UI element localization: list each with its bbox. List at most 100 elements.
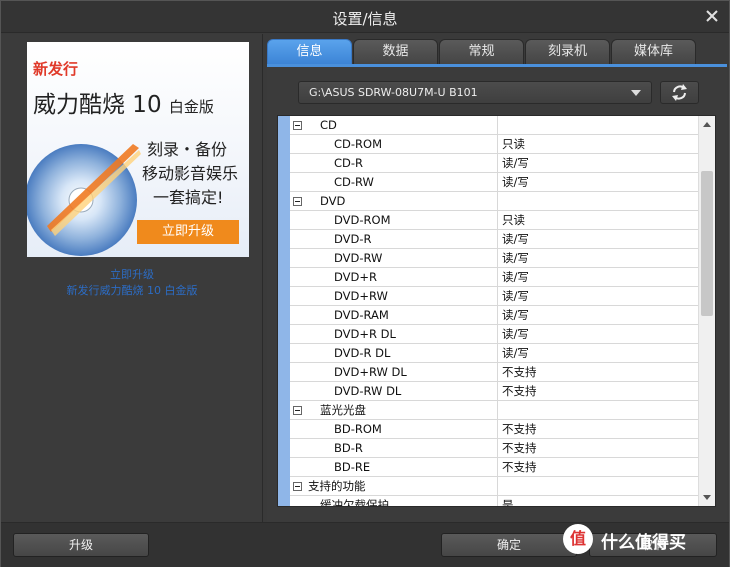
- tree-row-name: BD-R: [290, 439, 498, 458]
- tree-row-value: 读/写: [502, 346, 529, 360]
- tree-row-label: DVD: [320, 194, 346, 208]
- tree-row-value: 读/写: [502, 232, 529, 246]
- tree-row[interactable]: DVD-R DL 读/写: [290, 344, 699, 363]
- tree-row-label: DVD-R: [334, 232, 372, 246]
- tree-row-label: CD: [320, 118, 337, 132]
- tree-row-label: BD-R: [334, 441, 363, 455]
- tab-media-library[interactable]: 媒体库: [611, 39, 696, 65]
- tree-row-label: DVD+R: [334, 270, 378, 284]
- tree-row-name: CD-RW: [290, 173, 498, 192]
- tree-row[interactable]: DVD-RW DL 不支持: [290, 382, 699, 401]
- tree-row-name: DVD-RW: [290, 249, 498, 268]
- tree-row[interactable]: DVD: [290, 192, 699, 211]
- tree-row[interactable]: CD: [290, 116, 699, 135]
- watermark: 值 什么值得买: [563, 522, 729, 560]
- tree-row[interactable]: DVD+RW 读/写: [290, 287, 699, 306]
- tree-row-value: 读/写: [502, 270, 529, 284]
- tree-rows: CD CD-ROM 只读 CD-R 读/写 CD-RW 读/写 DVD DVD-ROM 只读 DVD…: [290, 116, 699, 507]
- scroll-thumb[interactable]: [701, 171, 713, 316]
- tree-row-label: 蓝光光盘: [320, 403, 366, 417]
- tree-row-name: DVD-ROM: [290, 211, 498, 230]
- promo-line-2: 移动影音娱乐: [142, 164, 239, 183]
- tree-row-label: 支持的功能: [308, 479, 366, 493]
- tree-row-label: BD-RE: [334, 460, 371, 474]
- tree-row[interactable]: CD-R 读/写: [290, 154, 699, 173]
- tree-row-value: 不支持: [502, 460, 537, 474]
- tree-row-name: DVD-RAM: [290, 306, 498, 325]
- tree-row-name: DVD: [290, 192, 498, 211]
- tab-burner[interactable]: 刻录机: [525, 39, 610, 65]
- tab-general[interactable]: 常规: [439, 39, 524, 65]
- tree-row-value: 不支持: [502, 384, 537, 398]
- promo-upgrade-button[interactable]: 立即升级: [137, 220, 239, 244]
- tree-row[interactable]: 支持的功能: [290, 477, 699, 496]
- tree-row-label: CD-ROM: [334, 137, 382, 151]
- tree-row[interactable]: 缓冲欠载保护 是: [290, 496, 699, 507]
- tree-row-label: DVD-ROM: [334, 213, 391, 227]
- tree-row-value: [502, 192, 699, 211]
- scroll-up-icon[interactable]: [703, 122, 711, 127]
- vertical-scrollbar[interactable]: [698, 116, 715, 506]
- upgrade-link[interactable]: 立即升级: [1, 266, 263, 282]
- tree-row[interactable]: CD-ROM 只读: [290, 135, 699, 154]
- tree-row-name: DVD+RW: [290, 287, 498, 306]
- tree-row-value: 读/写: [502, 175, 529, 189]
- tree-row-name: CD-R: [290, 154, 498, 173]
- drive-select[interactable]: G:\ASUS SDRW-08U7M-U B101: [298, 81, 652, 104]
- tree-row-label: BD-ROM: [334, 422, 382, 436]
- promo-banner[interactable]: 新发行 威力酷烧 10 白金版 刻录・备份 移动影音娱乐 一套搞定! 立即升级: [27, 42, 249, 257]
- close-icon: [706, 10, 718, 22]
- window-title: 设置/信息: [332, 10, 398, 28]
- tree-row[interactable]: DVD+RW DL 不支持: [290, 363, 699, 382]
- tree-row-value: 是: [502, 498, 514, 507]
- tree-row[interactable]: DVD-R 读/写: [290, 230, 699, 249]
- tree-row-label: DVD-R DL: [334, 346, 391, 360]
- tree-row[interactable]: DVD-RAM 读/写: [290, 306, 699, 325]
- tree-row[interactable]: BD-R 不支持: [290, 439, 699, 458]
- ok-button[interactable]: 确定: [441, 533, 577, 557]
- tree-row-name: CD-ROM: [290, 135, 498, 154]
- tree-row-name: DVD+R DL: [290, 325, 498, 344]
- tree-row-name: 蓝光光盘: [290, 401, 498, 420]
- promo-line-1: 刻录・备份: [147, 140, 228, 159]
- tree-row-name: DVD-R DL: [290, 344, 498, 363]
- tree-row-name: 支持的功能: [290, 477, 498, 496]
- tree-row-value: 只读: [502, 213, 525, 227]
- promo-line-3: 一套搞定!: [153, 188, 224, 207]
- promo-title: 威力酷烧 10 白金版: [33, 85, 214, 119]
- upgrade-button[interactable]: 升级: [13, 533, 149, 557]
- new-release-link[interactable]: 新发行威力酷烧 10 白金版: [1, 282, 263, 298]
- tree-row-label: DVD-RW DL: [334, 384, 402, 398]
- tree-row[interactable]: 蓝光光盘: [290, 401, 699, 420]
- refresh-button[interactable]: [660, 81, 699, 104]
- tree-row-name: DVD-R: [290, 230, 498, 249]
- tree-row-label: DVD+R DL: [334, 327, 396, 341]
- device-info-tree[interactable]: CD CD-ROM 只读 CD-R 读/写 CD-RW 读/写 DVD DVD-ROM 只读 DVD…: [277, 115, 716, 507]
- tree-row-label: DVD-RAM: [334, 308, 389, 322]
- scroll-down-icon[interactable]: [703, 495, 711, 500]
- tree-row[interactable]: DVD-ROM 只读: [290, 211, 699, 230]
- tree-row[interactable]: DVD+R 读/写: [290, 268, 699, 287]
- tree-row-value: 只读: [502, 137, 525, 151]
- settings-info-window: 设置/信息 新发行 威力酷烧 10 白金版 刻录・备份 移动影音娱乐 一套搞定!…: [0, 0, 730, 567]
- tab-info[interactable]: 信息: [267, 39, 352, 65]
- drive-select-value: G:\ASUS SDRW-08U7M-U B101: [309, 86, 478, 99]
- tree-row[interactable]: DVD+R DL 读/写: [290, 325, 699, 344]
- tree-row-name: BD-RE: [290, 458, 498, 477]
- tab-data[interactable]: 数据: [353, 39, 438, 65]
- promo-title-main: 威力酷烧 10: [33, 92, 162, 118]
- tree-row-value: [502, 401, 699, 420]
- tree-row[interactable]: CD-RW 读/写: [290, 173, 699, 192]
- tree-row[interactable]: DVD-RW 读/写: [290, 249, 699, 268]
- disc-icon: [27, 144, 141, 256]
- tree-row-value: 读/写: [502, 251, 529, 265]
- tree-row[interactable]: BD-ROM 不支持: [290, 420, 699, 439]
- tree-row-name: DVD-RW DL: [290, 382, 498, 401]
- tree-row-value: 不支持: [502, 441, 537, 455]
- tree-row[interactable]: BD-RE 不支持: [290, 458, 699, 477]
- tree-row-name: CD: [290, 116, 498, 135]
- tree-row-label: 缓冲欠载保护: [320, 498, 389, 507]
- close-button[interactable]: [703, 7, 721, 25]
- chevron-down-icon: [631, 90, 641, 96]
- watermark-logo-icon: 值: [563, 524, 593, 554]
